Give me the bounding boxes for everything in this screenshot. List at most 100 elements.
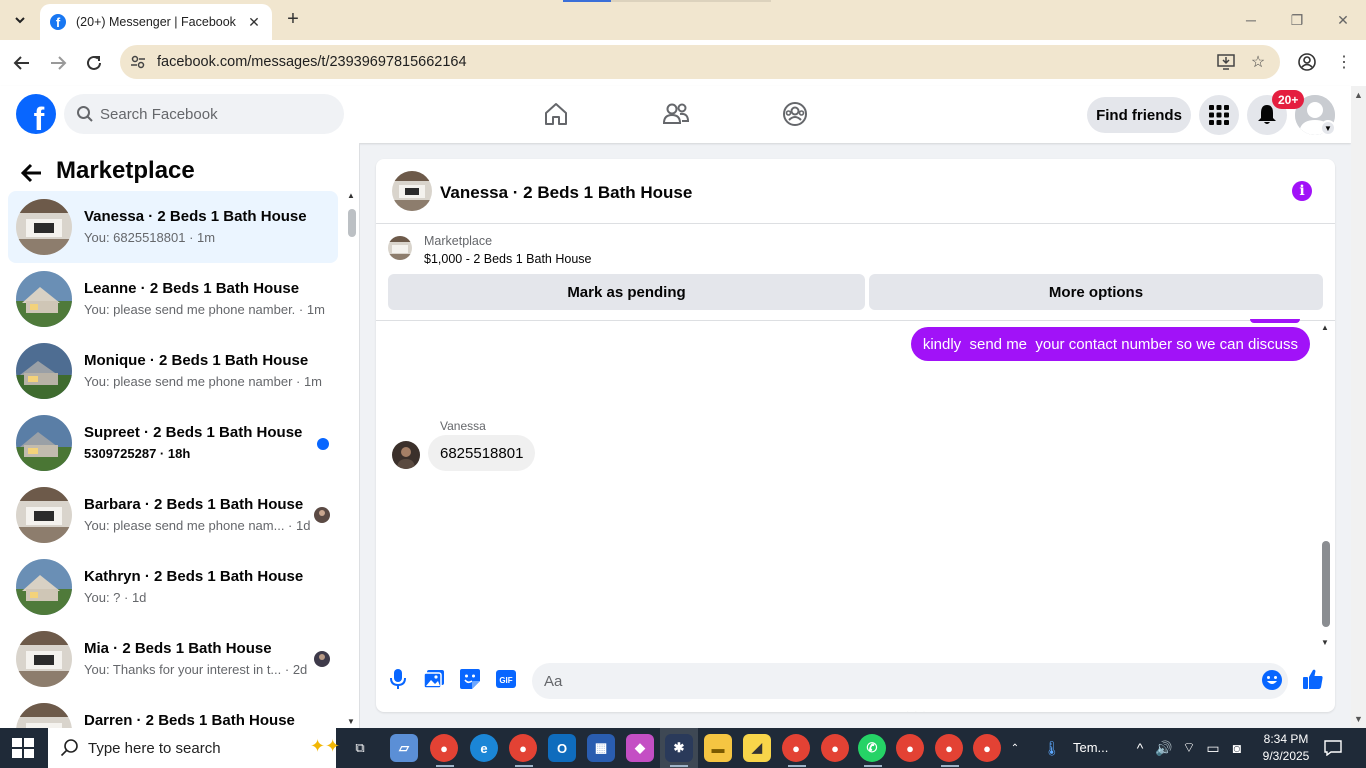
- message-scrollbar[interactable]: ▲ ▼: [1318, 323, 1332, 649]
- mark-as-pending-button[interactable]: Mark as pending: [388, 274, 865, 310]
- meet-now-icon[interactable]: ◙: [1228, 739, 1246, 757]
- chat-title[interactable]: Vanessa · 2 Beds 1 Bath House: [440, 183, 692, 203]
- address-bar[interactable]: facebook.com/messages/t/2393969781566216…: [120, 45, 1280, 79]
- chrome-profile-icon[interactable]: ●: [821, 734, 849, 762]
- chrome-profile-icon[interactable]: ●: [935, 734, 963, 762]
- volume-icon[interactable]: 🔊: [1155, 739, 1173, 757]
- notification-center-icon[interactable]: [1322, 739, 1344, 757]
- scroll-down-arrow-icon[interactable]: ▼: [1321, 638, 1329, 647]
- forward-button[interactable]: [46, 51, 70, 75]
- listing-banner: Marketplace $1,000 - 2 Beds 1 Bath House…: [376, 225, 1335, 321]
- conversation-item[interactable]: Darren · 2 Beds 1 Bath House: [8, 695, 338, 728]
- chrome-profile-icon[interactable]: ●: [782, 734, 810, 762]
- scroll-down-arrow-icon[interactable]: ▼: [1354, 714, 1363, 724]
- window-close-button[interactable]: ✕: [1333, 10, 1353, 30]
- sticky-notes-icon[interactable]: ◢: [743, 734, 771, 762]
- reload-button[interactable]: [82, 51, 106, 75]
- chrome-profile-icon[interactable]: ●: [973, 734, 1001, 762]
- facebook-logo-icon[interactable]: f: [16, 94, 56, 134]
- chat-listing-avatar[interactable]: [392, 171, 432, 211]
- outlook-icon[interactable]: O: [548, 734, 576, 762]
- site-settings-icon[interactable]: [130, 54, 146, 70]
- conversation-item[interactable]: Leanne · 2 Beds 1 Bath House You: please…: [8, 263, 338, 335]
- sidebar-scrollbar[interactable]: ▲ ▼: [344, 191, 358, 728]
- battery-icon[interactable]: ▭: [1204, 739, 1222, 757]
- scroll-up-arrow-icon[interactable]: ▲: [1321, 323, 1329, 332]
- file-explorer-icon[interactable]: ▬: [704, 734, 732, 762]
- whatsapp-icon[interactable]: ✆: [858, 734, 886, 762]
- home-nav-icon[interactable]: [540, 98, 572, 130]
- profile-account-icon[interactable]: [1297, 52, 1317, 72]
- browser-tab[interactable]: f (20+) Messenger | Facebook ✕: [40, 4, 272, 40]
- scrollbar-thumb[interactable]: [348, 209, 356, 237]
- chrome-profile-icon[interactable]: ●: [509, 734, 537, 762]
- store-icon[interactable]: ▦: [587, 734, 615, 762]
- scroll-down-arrow-icon[interactable]: ▼: [347, 717, 355, 726]
- copilot-icon[interactable]: ◆: [626, 734, 654, 762]
- taskbar-overflow-icon[interactable]: ⌃: [1006, 739, 1024, 757]
- tab-search-button[interactable]: [8, 8, 32, 32]
- gif-icon[interactable]: GIF: [494, 667, 518, 691]
- friends-nav-icon[interactable]: [660, 98, 692, 130]
- conversation-item[interactable]: Supreet · 2 Beds 1 Bath House 5309725287…: [8, 407, 338, 479]
- account-chevron-icon[interactable]: ▼: [1320, 120, 1336, 136]
- clock-time: 8:34 PM: [1263, 732, 1309, 746]
- conversation-item[interactable]: Kathryn · 2 Beds 1 Bath House You: ? · 1…: [8, 551, 338, 623]
- chrome-icon[interactable]: ●: [430, 734, 458, 762]
- wifi-icon[interactable]: ⌔: [1180, 739, 1198, 757]
- conversation-item[interactable]: Vanessa · 2 Beds 1 Bath House You: 68255…: [8, 191, 338, 263]
- conversation-preview: You: please send me phone nam... · 1d: [84, 518, 311, 533]
- back-button[interactable]: [10, 51, 34, 75]
- like-thumbs-up-icon[interactable]: [1301, 667, 1325, 691]
- restore-button[interactable]: ❐: [1287, 10, 1307, 30]
- bookmark-star-icon[interactable]: ☆: [1248, 52, 1268, 72]
- info-icon[interactable]: i: [1292, 181, 1312, 201]
- scrollbar-thumb[interactable]: [1322, 541, 1330, 627]
- menu-button[interactable]: [1199, 95, 1239, 135]
- conversation-item[interactable]: Monique · 2 Beds 1 Bath House You: pleas…: [8, 335, 338, 407]
- chat-panel: Vanessa · 2 Beds 1 Bath House i Marketpl…: [376, 159, 1335, 712]
- listing-price[interactable]: $1,000 - 2 Beds 1 Bath House: [424, 252, 591, 266]
- conversation-item[interactable]: Barbara · 2 Beds 1 Bath House You: pleas…: [8, 479, 338, 551]
- thermometer-icon[interactable]: 🌡: [1043, 739, 1061, 757]
- back-to-chats-button[interactable]: [18, 159, 46, 187]
- window-indicator-secondary: [611, 0, 771, 2]
- scroll-up-arrow-icon[interactable]: ▲: [1354, 90, 1363, 100]
- search-input[interactable]: [100, 94, 330, 134]
- browser-menu-icon[interactable]: ⋮: [1334, 52, 1354, 72]
- facebook-search[interactable]: [64, 94, 344, 134]
- system-clock[interactable]: 8:34 PM 9/3/2025: [1256, 731, 1316, 765]
- page-scrollbar[interactable]: ▲ ▼: [1351, 86, 1366, 728]
- sender-avatar[interactable]: [392, 441, 420, 469]
- microphone-icon[interactable]: [386, 667, 410, 691]
- arrow-left-icon: [21, 163, 41, 183]
- listing-thumbnail: [16, 631, 72, 687]
- svg-text:GIF: GIF: [499, 676, 512, 685]
- more-options-button[interactable]: More options: [869, 274, 1323, 310]
- edge-icon[interactable]: e: [470, 734, 498, 762]
- sticker-icon[interactable]: [458, 667, 482, 691]
- windows-start-icon[interactable]: [12, 738, 34, 758]
- incoming-message[interactable]: 6825518801: [428, 435, 536, 471]
- notes-app-icon[interactable]: ▱: [390, 734, 418, 762]
- chrome-profile-icon[interactable]: ●: [896, 734, 924, 762]
- emoji-icon[interactable]: [1262, 670, 1282, 690]
- tab-close-button[interactable]: ✕: [246, 14, 262, 30]
- message-input[interactable]: [532, 663, 1288, 699]
- groups-nav-icon[interactable]: [779, 98, 811, 130]
- taskbar-search[interactable]: Type here to search ✦✦: [48, 728, 340, 768]
- sender-name: Vanessa: [440, 419, 486, 433]
- scroll-up-arrow-icon[interactable]: ▲: [347, 191, 355, 200]
- listing-thumbnail: [16, 271, 72, 327]
- app-icon[interactable]: ✱: [665, 734, 693, 762]
- find-friends-button[interactable]: Find friends: [1087, 97, 1191, 133]
- outgoing-message[interactable]: kindly send me your contact number so we…: [910, 327, 1310, 361]
- weather-text[interactable]: Tem...: [1073, 740, 1108, 755]
- task-view-icon[interactable]: ⧉: [346, 734, 374, 762]
- conversation-item[interactable]: Mia · 2 Beds 1 Bath House You: Thanks fo…: [8, 623, 338, 695]
- photo-icon[interactable]: [422, 667, 446, 691]
- minimize-button[interactable]: ─: [1241, 10, 1261, 30]
- new-tab-button[interactable]: +: [282, 8, 304, 30]
- show-hidden-icons-icon[interactable]: ^: [1131, 739, 1149, 757]
- install-app-icon[interactable]: [1216, 52, 1236, 72]
